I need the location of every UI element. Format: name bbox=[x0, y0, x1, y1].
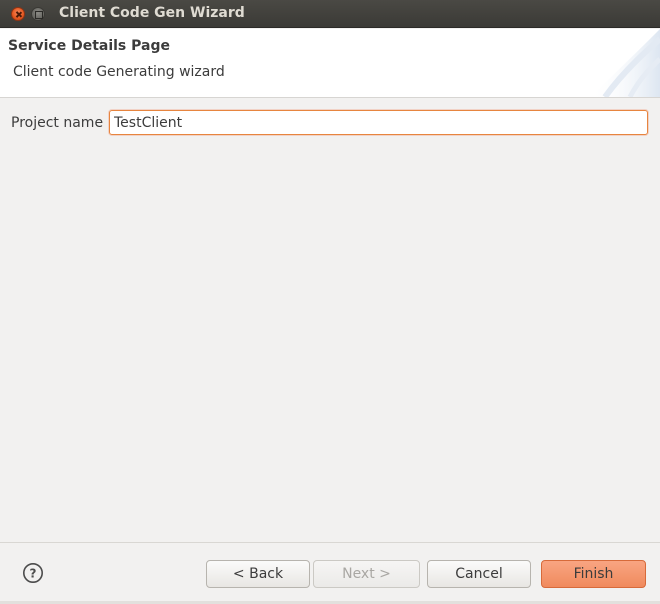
page-title: Service Details Page bbox=[8, 38, 170, 54]
wizard-header: Service Details Page Client code Generat… bbox=[0, 29, 660, 98]
project-name-input[interactable] bbox=[109, 110, 648, 135]
next-button[interactable]: Next > bbox=[313, 560, 420, 588]
back-button[interactable]: < Back bbox=[206, 560, 310, 588]
help-icon[interactable]: ? bbox=[22, 562, 44, 584]
close-icon[interactable] bbox=[11, 7, 25, 21]
wizard-banner-graphic bbox=[590, 29, 660, 97]
footer-separator bbox=[0, 542, 660, 543]
finish-button[interactable]: Finish bbox=[541, 560, 646, 588]
cancel-button[interactable]: Cancel bbox=[427, 560, 531, 588]
page-description: Client code Generating wizard bbox=[13, 64, 225, 80]
maximize-icon[interactable] bbox=[31, 7, 45, 21]
svg-text:?: ? bbox=[30, 567, 37, 581]
project-name-label: Project name bbox=[11, 115, 104, 131]
window-title: Client Code Gen Wizard bbox=[59, 5, 245, 21]
title-bar: Client Code Gen Wizard bbox=[0, 0, 660, 28]
